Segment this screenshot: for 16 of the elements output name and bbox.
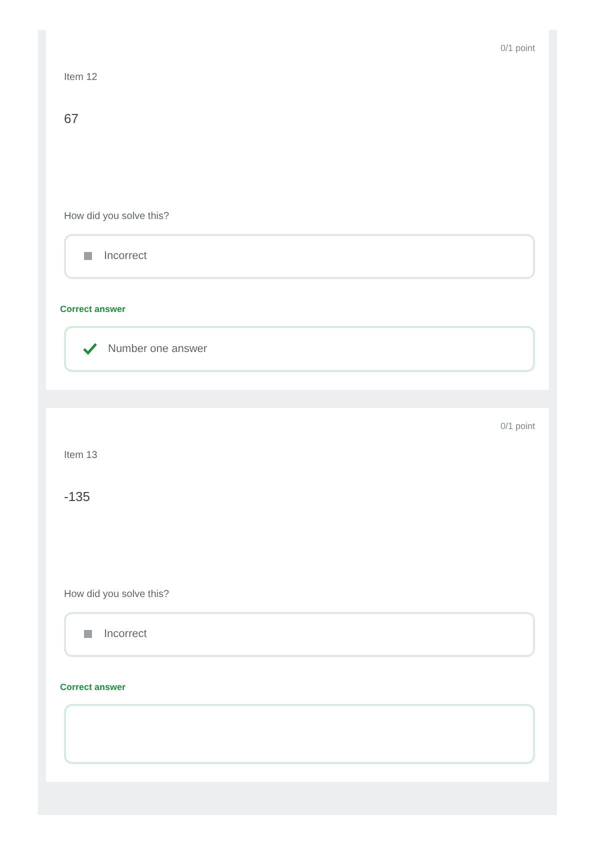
question-prompt: How did you solve this? bbox=[64, 588, 170, 600]
question-value: 67 bbox=[64, 110, 78, 126]
response-text: Incorrect bbox=[104, 248, 147, 264]
response-text: Incorrect bbox=[104, 626, 147, 642]
points-label: 0/1 point bbox=[500, 42, 535, 55]
correct-answer-label: Correct answer bbox=[60, 304, 126, 314]
correct-answer-label: Correct answer bbox=[60, 682, 126, 692]
question-value: -135 bbox=[64, 488, 90, 504]
question-label: Item 13 bbox=[64, 450, 98, 460]
square-icon bbox=[82, 628, 94, 640]
question-prompt: How did you solve this? bbox=[64, 210, 170, 222]
correct-answer-text: Number one answer bbox=[108, 342, 208, 357]
question-label: Item 12 bbox=[64, 72, 98, 82]
points-label: 0/1 point bbox=[500, 420, 535, 433]
check-icon bbox=[82, 342, 98, 356]
square-icon bbox=[82, 250, 94, 262]
